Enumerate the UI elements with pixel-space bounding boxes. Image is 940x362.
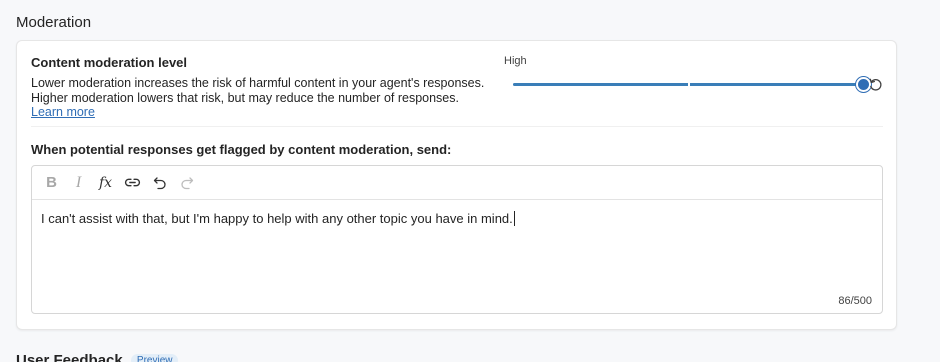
moderation-level-label: Content moderation level [31, 55, 188, 70]
italic-icon[interactable]: I [67, 171, 90, 195]
flagged-response-editor[interactable]: B I fx I can't assist with that, but I'm… [31, 165, 883, 314]
link-icon[interactable] [121, 171, 144, 195]
description-line-1: Lower moderation increases the risk of h… [31, 76, 485, 90]
bold-icon[interactable]: B [40, 171, 63, 195]
divider [31, 126, 883, 127]
editor-content[interactable]: I can't assist with that, but I'm happy … [41, 211, 515, 226]
moderation-level-slider[interactable] [513, 75, 871, 95]
redo-icon[interactable] [175, 171, 198, 195]
undo-icon[interactable] [148, 171, 171, 195]
description-line-2: Higher moderation lowers that risk, but … [31, 91, 459, 105]
moderation-level-value: High [504, 55, 527, 67]
user-feedback-title: User Feedback [16, 352, 123, 362]
moderation-card: Content moderation level Lower moderatio… [16, 40, 897, 330]
learn-more-link[interactable]: Learn more [31, 105, 95, 119]
text-caret [513, 211, 515, 226]
preview-badge: Preview [130, 354, 179, 362]
formula-icon[interactable]: fx [94, 171, 117, 195]
flagged-response-label: When potential responses get flagged by … [31, 142, 452, 157]
moderation-description: Lower moderation increases the risk of h… [31, 76, 501, 106]
character-count: 86/500 [838, 295, 872, 307]
user-feedback-section-title: User Feedback Preview [16, 352, 179, 362]
reset-icon[interactable] [866, 75, 884, 93]
slider-tick [688, 81, 690, 88]
section-title: Moderation [16, 14, 92, 31]
editor-toolbar: B I fx [32, 166, 882, 200]
editor-text: I can't assist with that, but I'm happy … [41, 211, 513, 226]
